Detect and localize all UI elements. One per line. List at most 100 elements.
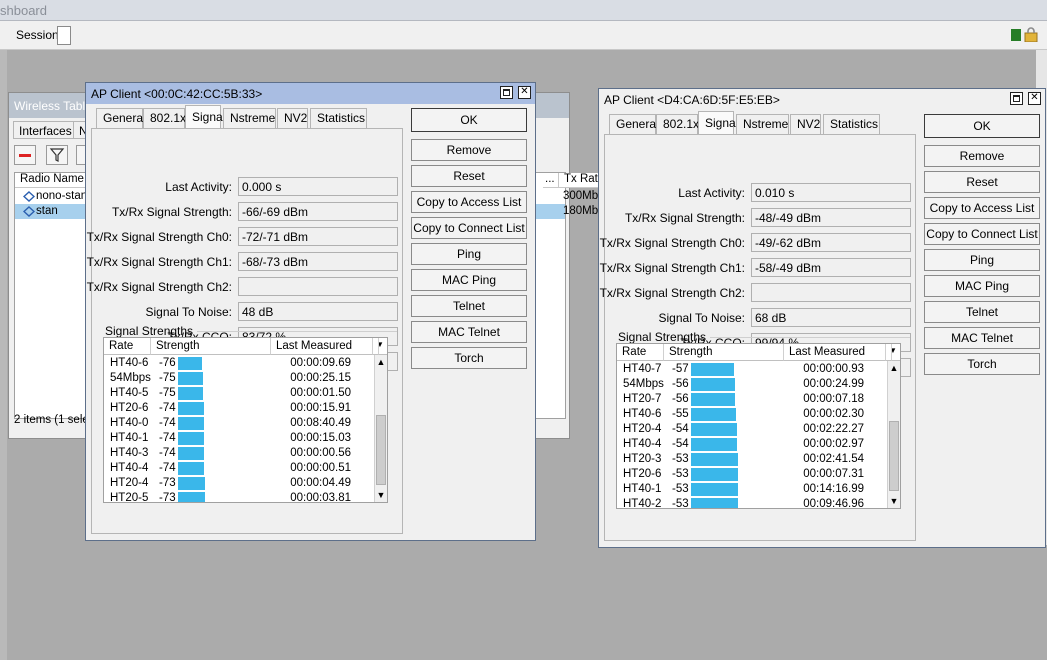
- copy-to-connect-list-button[interactable]: Copy to Connect List: [411, 217, 527, 239]
- copy-to-access-list-button[interactable]: Copy to Access List: [924, 197, 1040, 219]
- table-row[interactable]: HT40-0 -74 00:08:40.49: [104, 416, 375, 431]
- telnet-button[interactable]: Telnet: [411, 295, 527, 317]
- signal-strength-bar: [178, 357, 202, 370]
- tab-8021x[interactable]: 802.1x: [656, 114, 699, 134]
- table-row[interactable]: HT40-4 -74 00:00:00.51: [104, 461, 375, 476]
- table-row[interactable]: HT40-1 -74 00:00:15.03: [104, 431, 375, 446]
- table-row[interactable]: HT20-5 -73 00:00:03.81: [104, 491, 375, 502]
- mac-telnet-button[interactable]: MAC Telnet: [411, 321, 527, 343]
- remove-button[interactable]: Remove: [411, 139, 527, 161]
- signal-strengths-table: Rate Strength Last Measured ▼ HT40-7 -57 00:00…: [616, 343, 901, 509]
- column-radio-name[interactable]: Radio Name: [15, 173, 95, 188]
- scroll-down-icon[interactable]: ▼: [375, 488, 387, 502]
- tab-interfaces[interactable]: Interfaces: [13, 121, 75, 139]
- row-rate: 54Mbps: [623, 378, 664, 390]
- torch-button[interactable]: Torch: [924, 353, 1040, 375]
- remove-icon[interactable]: [14, 145, 36, 165]
- row-strength: -74: [159, 402, 176, 414]
- tab-label: Statistics: [317, 111, 366, 125]
- table-row[interactable]: HT20-4 -54 00:02:22.27: [617, 422, 888, 437]
- filter-icon[interactable]: [46, 145, 68, 165]
- table-row[interactable]: HT20-4 -73 00:00:04.49: [104, 476, 375, 491]
- column-last-measured[interactable]: Last Measured: [271, 338, 373, 355]
- window-title-bar[interactable]: AP Client <00:0C:42:CC:5B:33> ✕: [86, 83, 535, 104]
- torch-button[interactable]: Torch: [411, 347, 527, 369]
- field-value[interactable]: 48 dB: [238, 302, 398, 321]
- tab-general[interactable]: General: [609, 114, 659, 134]
- table-row[interactable]: HT20-3 -53 00:02:41.54: [617, 452, 888, 467]
- field-value[interactable]: 68 dB: [751, 308, 911, 327]
- window-title-bar[interactable]: AP Client <D4:CA:6D:5F:E5:EB> ✕: [599, 89, 1045, 110]
- tab-general[interactable]: General: [96, 108, 146, 128]
- tab-nstreme[interactable]: Nstreme: [223, 108, 276, 128]
- session-input[interactable]: [57, 26, 71, 45]
- copy-to-connect-list-button[interactable]: Copy to Connect List: [924, 223, 1040, 245]
- remove-button[interactable]: Remove: [924, 145, 1040, 167]
- table-row[interactable]: HT20-7 -56 00:00:07.18: [617, 392, 888, 407]
- field-value[interactable]: [751, 283, 911, 302]
- table-row[interactable]: HT40-6 -55 00:00:02.30: [617, 407, 888, 422]
- mac-telnet-button[interactable]: MAC Telnet: [924, 327, 1040, 349]
- table-row[interactable]: 54Mbps -56 00:00:24.99: [617, 377, 888, 392]
- column-last-measured[interactable]: Last Measured: [784, 344, 886, 361]
- table-row[interactable]: HT40-6 -76 00:00:09.69: [104, 356, 375, 371]
- tab-signal[interactable]: Signal: [698, 111, 738, 135]
- field-value[interactable]: -72/-71 dBm: [238, 227, 398, 246]
- field-value[interactable]: -68/-73 dBm: [238, 252, 398, 271]
- close-icon[interactable]: ✕: [518, 86, 531, 99]
- mac-ping-button[interactable]: MAC Ping: [924, 275, 1040, 297]
- field-value[interactable]: -48/-49 dBm: [751, 208, 911, 227]
- ok-button[interactable]: OK: [924, 114, 1040, 138]
- field-label: Tx/Rx Signal Strength Ch2:: [599, 286, 745, 300]
- column-spacer: [886, 344, 892, 361]
- ping-button[interactable]: Ping: [924, 249, 1040, 271]
- table-scrollbar[interactable]: ▲ ▼: [887, 361, 900, 508]
- scroll-thumb[interactable]: [376, 415, 386, 485]
- scroll-down-icon[interactable]: ▼: [888, 494, 900, 508]
- table-row[interactable]: HT40-5 -75 00:00:01.50: [104, 386, 375, 401]
- field-value[interactable]: -58/-49 dBm: [751, 258, 911, 277]
- table-row[interactable]: HT40-2 -53 00:09:46.96: [617, 497, 888, 508]
- row-last-measured: 00:00:00.51: [290, 462, 351, 474]
- field-value[interactable]: 0.000 s: [238, 177, 398, 196]
- table-row[interactable]: HT40-3 -74 00:00:00.56: [104, 446, 375, 461]
- table-scrollbar[interactable]: ▲ ▼: [374, 355, 387, 502]
- maximize-icon[interactable]: [500, 86, 513, 99]
- telnet-button[interactable]: Telnet: [924, 301, 1040, 323]
- tab-signal[interactable]: Signal: [185, 105, 225, 129]
- tab-statistics[interactable]: Statistics: [310, 108, 367, 128]
- maximize-icon[interactable]: [1010, 92, 1023, 105]
- table-row[interactable]: 54Mbps -75 00:00:25.15: [104, 371, 375, 386]
- reset-button[interactable]: Reset: [924, 171, 1040, 193]
- tab-nstreme[interactable]: Nstreme: [736, 114, 789, 134]
- mac-ping-button[interactable]: MAC Ping: [411, 269, 527, 291]
- tab-nv2[interactable]: NV2: [277, 108, 308, 128]
- table-row[interactable]: HT40-1 -53 00:14:16.99: [617, 482, 888, 497]
- column-rate[interactable]: Rate: [104, 338, 151, 355]
- ping-button[interactable]: Ping: [411, 243, 527, 265]
- copy-to-access-list-button[interactable]: Copy to Access List: [411, 191, 527, 213]
- close-icon[interactable]: ✕: [1028, 92, 1041, 105]
- column-strength[interactable]: Strength: [151, 338, 271, 355]
- column-ellipsis[interactable]: ...: [543, 173, 559, 188]
- field-value[interactable]: [238, 277, 398, 296]
- tab-8021x[interactable]: 802.1x: [143, 108, 186, 128]
- table-row[interactable]: HT20-6 -74 00:00:15.91: [104, 401, 375, 416]
- field-value[interactable]: 0.010 s: [751, 183, 911, 202]
- column-strength[interactable]: Strength: [664, 344, 784, 361]
- table-row[interactable]: HT20-6 -53 00:00:07.31: [617, 467, 888, 482]
- lock-icon[interactable]: [1024, 27, 1038, 42]
- field-value[interactable]: -49/-62 dBm: [751, 233, 911, 252]
- table-row[interactable]: HT40-7 -57 00:00:00.93: [617, 362, 888, 377]
- tab-statistics[interactable]: Statistics: [823, 114, 880, 134]
- field-value[interactable]: -66/-69 dBm: [238, 202, 398, 221]
- ok-button[interactable]: OK: [411, 108, 527, 132]
- scroll-up-icon[interactable]: ▲: [888, 361, 900, 375]
- column-rate[interactable]: Rate: [617, 344, 664, 361]
- reset-button[interactable]: Reset: [411, 165, 527, 187]
- table-row[interactable]: HT40-4 -54 00:00:02.97: [617, 437, 888, 452]
- tab-nv2[interactable]: NV2: [790, 114, 821, 134]
- scroll-thumb[interactable]: [889, 421, 899, 491]
- scroll-up-icon[interactable]: ▲: [375, 355, 387, 369]
- row-strength: -54: [672, 423, 689, 435]
